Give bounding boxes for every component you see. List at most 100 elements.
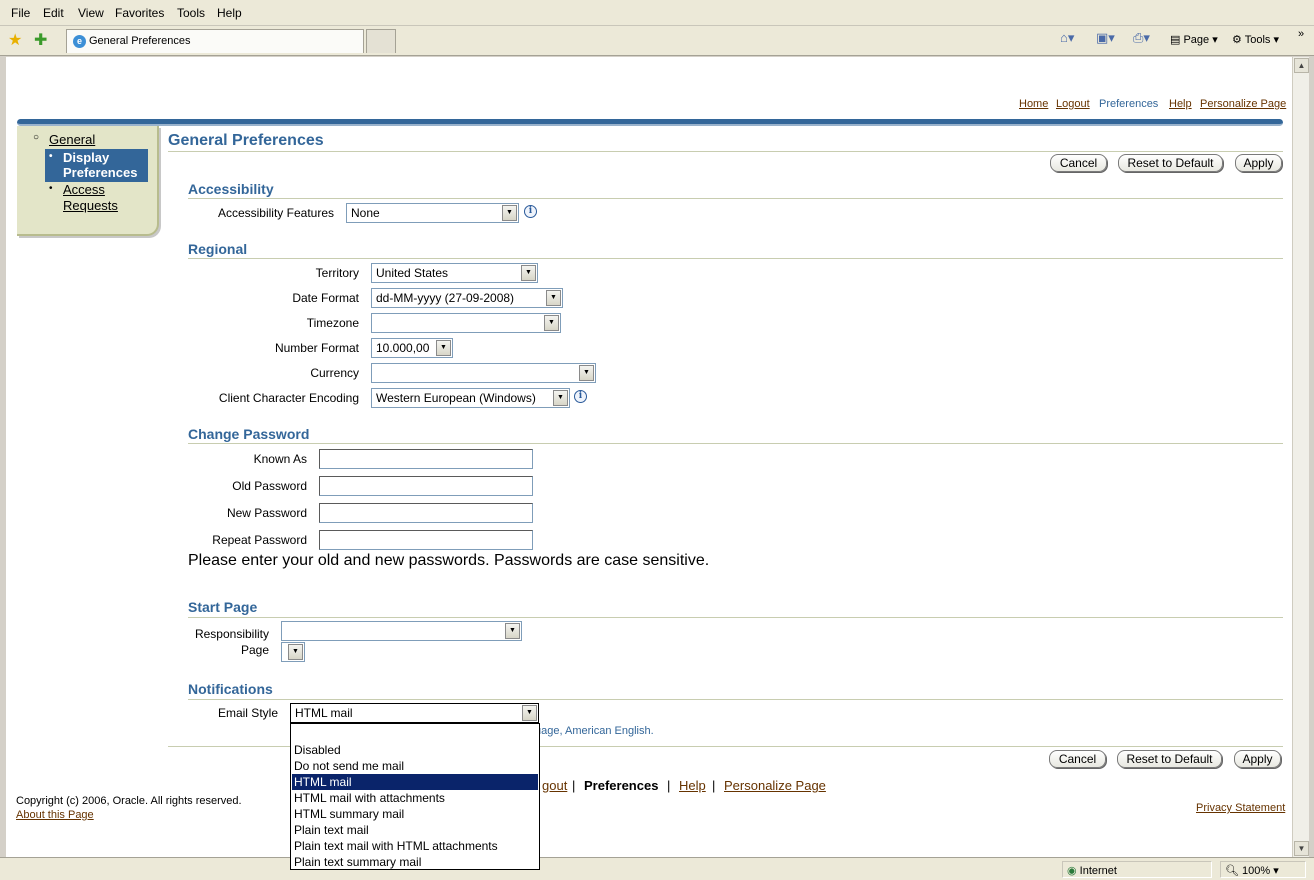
scroll-up-arrow-icon[interactable]: ▲ xyxy=(1294,58,1309,73)
responsibility-select[interactable]: ▼ xyxy=(281,621,522,641)
about-page-link[interactable]: About this Page xyxy=(16,809,94,821)
access-link-1[interactable]: Access xyxy=(63,182,105,197)
cancel-button-bottom[interactable]: Cancel xyxy=(1049,750,1106,768)
browser-tab[interactable]: e General Preferences xyxy=(66,29,364,53)
chevron-more-icon[interactable]: » xyxy=(1298,28,1304,40)
privacy-statement-link[interactable]: Privacy Statement xyxy=(1196,802,1285,814)
encoding-select[interactable]: Western European (Windows) ▼ xyxy=(371,388,570,408)
global-link-home[interactable]: Home xyxy=(1019,98,1048,110)
dropdown-option-blank[interactable] xyxy=(292,726,538,742)
vertical-scrollbar[interactable]: ▲ ▼ xyxy=(1292,57,1309,857)
number-format-label: Number Format xyxy=(274,341,359,355)
dropdown-option-html-summary[interactable]: HTML summary mail xyxy=(292,806,538,822)
footer-personalize[interactable]: Personalize Page xyxy=(724,778,826,793)
chevron-down-icon: ▼ xyxy=(544,315,559,331)
date-format-label: Date Format xyxy=(292,291,359,305)
bullet-icon: • xyxy=(49,183,53,194)
zoom-control[interactable]: 🔍︎ 100% ▾ xyxy=(1220,861,1306,878)
apply-button-bottom[interactable]: Apply xyxy=(1234,750,1281,768)
global-link-personalize[interactable]: Personalize Page xyxy=(1200,98,1286,110)
dropdown-option-no-mail[interactable]: Do not send me mail xyxy=(292,758,538,774)
number-format-select[interactable]: 10.000,00 ▼ xyxy=(371,338,453,358)
reset-button-bottom[interactable]: Reset to Default xyxy=(1117,750,1222,768)
email-style-select[interactable]: HTML mail ▼ xyxy=(290,703,539,723)
home-link[interactable]: Home xyxy=(1019,98,1048,110)
tools-menu[interactable]: ⚙ Tools ▾ xyxy=(1232,33,1279,46)
footer-separator: | xyxy=(572,778,576,793)
menu-tools[interactable]: Tools xyxy=(177,6,205,20)
accessibility-features-label: Accessibility Features xyxy=(217,206,334,220)
info-icon[interactable]: i xyxy=(524,205,537,218)
chevron-down-icon: ▼ xyxy=(505,623,520,639)
personalize-link[interactable]: Personalize Page xyxy=(1200,98,1286,110)
dropdown-option-plain-html-attachments[interactable]: Plain text mail with HTML attachments xyxy=(292,838,538,854)
footer-help[interactable]: Help xyxy=(679,778,706,793)
new-password-input[interactable] xyxy=(319,503,533,523)
footer-logout-link[interactable]: gout xyxy=(542,778,567,793)
page-menu[interactable]: ▤ Page ▾ xyxy=(1170,33,1218,46)
print-icon[interactable]: ⎙▾ xyxy=(1133,30,1150,46)
menu-file[interactable]: File xyxy=(11,6,30,20)
favorites-star-icon[interactable]: ★ xyxy=(8,30,22,50)
menu-edit[interactable]: Edit xyxy=(43,6,64,20)
access-link-2[interactable]: Requests xyxy=(63,198,118,213)
menu-help[interactable]: Help xyxy=(217,6,242,20)
dropdown-option-html-mail[interactable]: HTML mail xyxy=(292,774,538,790)
reset-button-top[interactable]: Reset to Default xyxy=(1118,154,1223,172)
known-as-label: Known As xyxy=(253,452,307,466)
chevron-down-icon: ▼ xyxy=(521,265,536,281)
home-icon[interactable]: ⌂▾ xyxy=(1060,30,1074,46)
reset-label: Reset to Default xyxy=(1126,752,1213,766)
number-format-value: 10.000,00 xyxy=(376,341,430,355)
date-format-select[interactable]: dd-MM-yyyy (27-09-2008) ▼ xyxy=(371,288,563,308)
menu-favorites[interactable]: Favorites xyxy=(115,6,164,20)
scroll-down-arrow-icon[interactable]: ▼ xyxy=(1294,841,1309,856)
dropdown-option-plain-text[interactable]: Plain text mail xyxy=(292,822,538,838)
page-menu-label: Page xyxy=(1183,34,1210,46)
page-viewport: Home Logout Preferences Help Personalize… xyxy=(6,57,1292,857)
add-favorite-icon[interactable]: ✚ xyxy=(34,30,47,50)
info-icon[interactable]: i xyxy=(574,390,587,403)
new-tab-button[interactable] xyxy=(366,29,396,53)
display-label-1: Display xyxy=(63,150,110,165)
global-link-help[interactable]: Help xyxy=(1169,98,1192,110)
timezone-select[interactable]: ▼ xyxy=(371,313,561,333)
chevron-down-icon: ▼ xyxy=(553,390,568,406)
global-link-logout[interactable]: Logout xyxy=(1056,98,1090,110)
footer-separator: | xyxy=(712,778,716,793)
footer-logout[interactable]: gout xyxy=(542,778,567,793)
accessibility-features-select[interactable]: None ▼ xyxy=(346,203,519,223)
cancel-button-top[interactable]: Cancel xyxy=(1050,154,1107,172)
cancel-label: Cancel xyxy=(1059,156,1098,170)
responsibility-label: Responsibility xyxy=(194,627,269,641)
general-link[interactable]: General xyxy=(49,132,95,147)
date-format-value: dd-MM-yyyy (27-09-2008) xyxy=(376,291,515,305)
email-style-dropdown[interactable]: Disabled Do not send me mail HTML mail H… xyxy=(290,723,540,870)
dropdown-option-html-attachments[interactable]: HTML mail with attachments xyxy=(292,790,538,806)
notifications-divider xyxy=(188,699,1283,700)
apply-button-top[interactable]: Apply xyxy=(1235,154,1282,172)
dropdown-option-plain-summary[interactable]: Plain text summary mail xyxy=(292,854,538,870)
menu-view[interactable]: View xyxy=(78,6,104,20)
known-as-input[interactable] xyxy=(319,449,533,469)
sidenav-access-requests-2[interactable]: Requests xyxy=(63,198,118,213)
territory-select[interactable]: United States ▼ xyxy=(371,263,538,283)
repeat-password-input[interactable] xyxy=(319,530,533,550)
footer-help-link[interactable]: Help xyxy=(679,778,706,793)
footer-personalize-link[interactable]: Personalize Page xyxy=(724,778,826,793)
logout-link[interactable]: Logout xyxy=(1056,98,1090,110)
old-password-input[interactable] xyxy=(319,476,533,496)
currency-select[interactable]: ▼ xyxy=(371,363,596,383)
footer-preferences: Preferences xyxy=(584,778,658,793)
notifications-heading: Notifications xyxy=(188,681,273,697)
sidenav-access-requests[interactable]: Access xyxy=(63,182,105,197)
page-select[interactable]: ▼ xyxy=(281,642,305,662)
help-link[interactable]: Help xyxy=(1169,98,1192,110)
territory-value: United States xyxy=(376,266,449,280)
chevron-down-icon: ▼ xyxy=(546,290,561,306)
feeds-icon[interactable]: ▣▾ xyxy=(1096,30,1115,46)
zone-label: Internet xyxy=(1079,865,1117,877)
sidenav-display-preferences[interactable]: • Display Preferences xyxy=(45,149,148,182)
dropdown-option-disabled[interactable]: Disabled xyxy=(292,742,538,758)
sidenav-general[interactable]: General xyxy=(49,132,95,147)
